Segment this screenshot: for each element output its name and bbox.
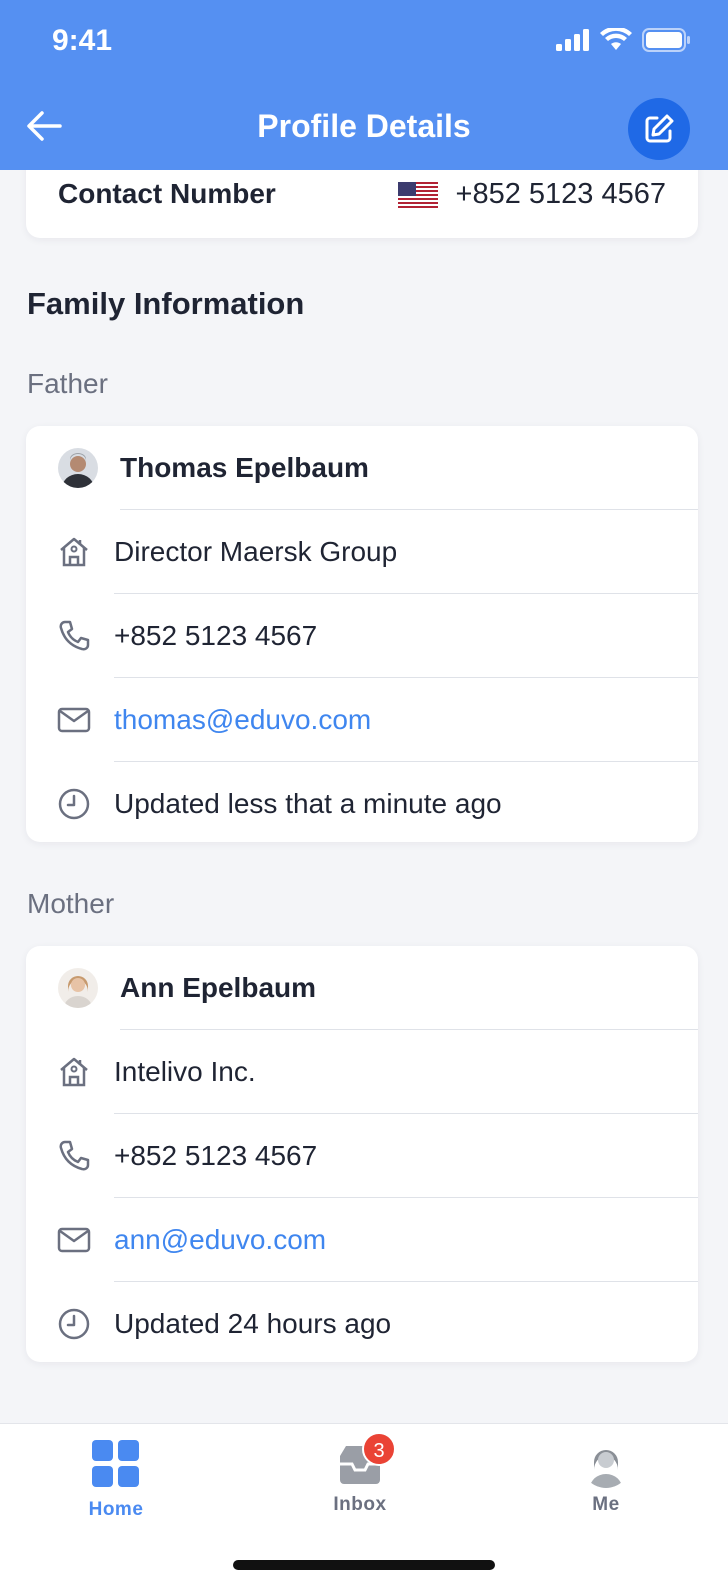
father-phone-row[interactable]: +852 5123 4567 <box>26 594 698 678</box>
mother-updated: Updated 24 hours ago <box>114 1308 392 1339</box>
mother-company: Intelivo Inc. <box>114 1056 256 1087</box>
father-avatar <box>58 448 98 488</box>
father-company-row: Director Maersk Group <box>26 510 698 594</box>
battery-icon <box>642 28 690 52</box>
contact-number-label: Contact Number <box>58 178 276 209</box>
us-flag-icon <box>397 181 438 208</box>
phone-icon <box>59 1140 90 1171</box>
mother-name-row[interactable]: Ann Epelbaum <box>26 946 698 1030</box>
company-building-icon <box>60 1057 88 1087</box>
father-card: Thomas Epelbaum Director Maersk Group +8… <box>26 426 698 842</box>
tab-inbox[interactable]: 3 Inbox <box>300 1432 420 1516</box>
inbox-badge: 3 <box>362 1432 396 1466</box>
phone-icon <box>59 620 90 651</box>
family-information-title: Family Information <box>27 286 305 321</box>
mother-name: Ann Epelbaum <box>120 972 317 1003</box>
me-avatar <box>582 1440 630 1488</box>
father-company: Director Maersk Group <box>114 536 398 567</box>
status-time: 9:41 <box>52 24 113 57</box>
tab-home[interactable]: Home <box>56 1440 176 1521</box>
home-grid-icon <box>92 1440 139 1487</box>
father-email-row[interactable]: thomas@eduvo.com <box>26 678 698 762</box>
tab-inbox-label: Inbox <box>333 1494 387 1515</box>
father-phone: +852 5123 4567 <box>114 620 318 651</box>
tab-me-label: Me <box>592 1494 620 1515</box>
mother-email[interactable]: ann@eduvo.com <box>114 1224 326 1256</box>
father-updated-row: Updated less that a minute ago <box>26 762 698 846</box>
contact-number-value[interactable]: +852 5123 4567 <box>397 178 666 211</box>
mail-icon <box>57 1227 91 1253</box>
mother-phone: +852 5123 4567 <box>114 1140 318 1171</box>
father-name: Thomas Epelbaum <box>120 452 369 483</box>
mother-email-row[interactable]: ann@eduvo.com <box>26 1198 698 1282</box>
mother-updated-row: Updated 24 hours ago <box>26 1282 698 1366</box>
mother-phone-row[interactable]: +852 5123 4567 <box>26 1114 698 1198</box>
clock-icon <box>58 1308 90 1340</box>
page-title: Profile Details <box>257 108 471 144</box>
father-label: Father <box>27 368 108 399</box>
status-icons <box>556 28 690 52</box>
father-name-row[interactable]: Thomas Epelbaum <box>26 426 698 510</box>
signal-icon <box>556 29 589 51</box>
edit-button[interactable] <box>628 98 690 160</box>
clock-icon <box>58 788 90 820</box>
top-bar: 9:41 Profile Details <box>0 0 728 170</box>
wifi-icon <box>600 28 632 50</box>
contact-number-text: +852 5123 4567 <box>455 178 666 210</box>
mail-icon <box>57 707 91 733</box>
home-indicator <box>233 1560 495 1570</box>
mother-label: Mother <box>27 888 115 919</box>
mother-avatar <box>58 968 98 1008</box>
father-email[interactable]: thomas@eduvo.com <box>114 704 371 736</box>
tab-home-label: Home <box>88 1499 144 1520</box>
company-building-icon <box>60 537 88 567</box>
mother-company-row: Intelivo Inc. <box>26 1030 698 1114</box>
mother-card: Ann Epelbaum Intelivo Inc. +852 5123 456… <box>26 946 698 1362</box>
tab-me[interactable]: Me <box>546 1440 666 1516</box>
father-updated: Updated less that a minute ago <box>114 788 502 819</box>
edit-icon <box>645 114 674 143</box>
